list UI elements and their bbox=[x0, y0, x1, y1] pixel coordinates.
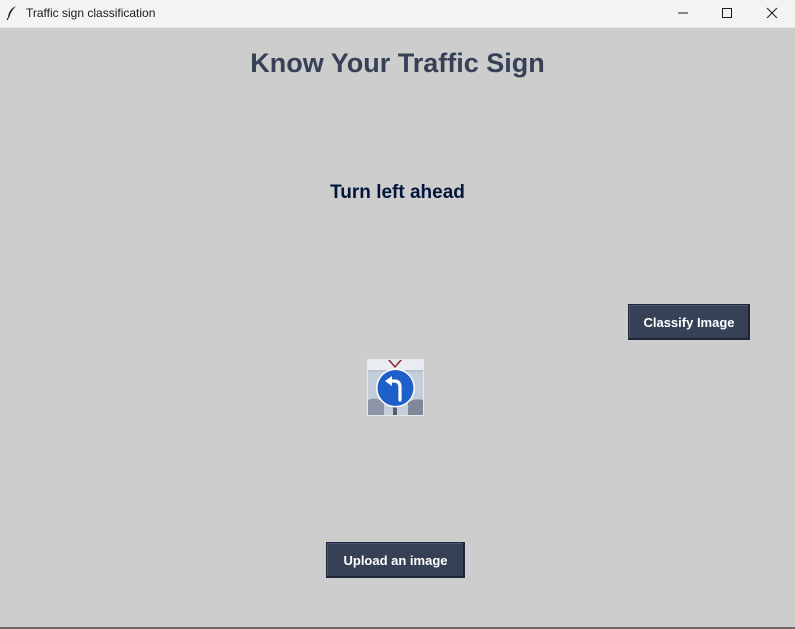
maximize-button[interactable] bbox=[704, 0, 750, 27]
upload-image-button[interactable]: Upload an image bbox=[326, 542, 465, 578]
minimize-button[interactable] bbox=[660, 0, 706, 27]
close-icon bbox=[766, 7, 778, 19]
app-window: Traffic sign classification Know Your Tr… bbox=[0, 0, 795, 629]
title-bar[interactable]: Traffic sign classification bbox=[0, 0, 795, 28]
classification-result: Turn left ahead bbox=[330, 182, 465, 203]
close-button[interactable] bbox=[749, 0, 795, 27]
minimize-icon bbox=[678, 12, 688, 14]
uploaded-sign-image bbox=[367, 359, 424, 416]
turn-left-sign-icon bbox=[368, 360, 423, 415]
classify-image-button[interactable]: Classify Image bbox=[628, 304, 750, 340]
feather-icon bbox=[6, 6, 16, 21]
maximize-icon bbox=[722, 8, 732, 18]
page-title: Know Your Traffic Sign bbox=[250, 48, 545, 78]
window-title: Traffic sign classification bbox=[26, 6, 156, 20]
